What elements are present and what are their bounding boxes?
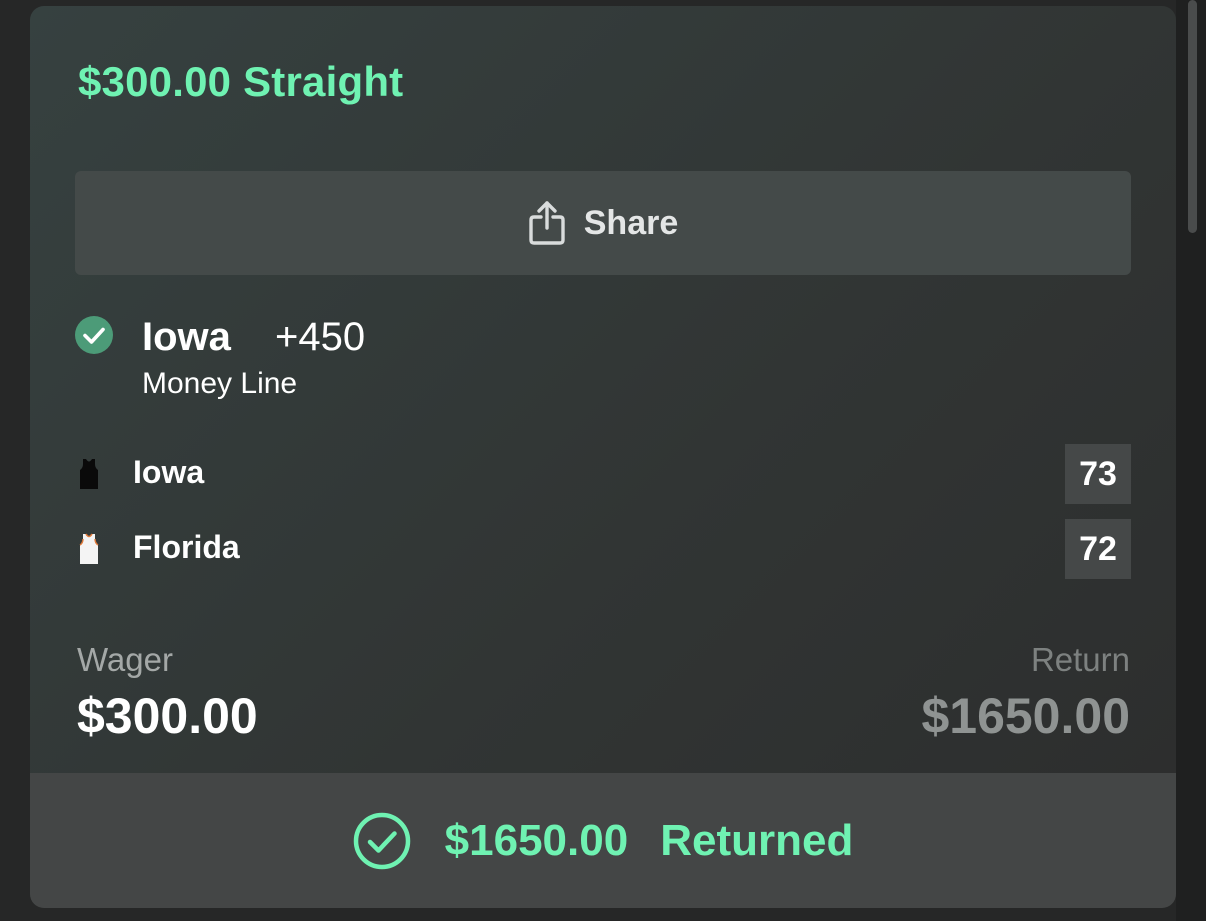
team-name: Florida — [133, 529, 240, 565]
selection-team: Iowa — [142, 315, 231, 359]
result-status: Returned — [660, 815, 854, 865]
selection-odds: +450 — [275, 315, 366, 359]
team-score: 72 — [1065, 519, 1131, 579]
scrollbar-thumb[interactable] — [1188, 0, 1197, 233]
result-amount: $1650.00 — [444, 815, 629, 865]
share-label: Share — [583, 203, 679, 242]
team-name: Iowa — [133, 454, 205, 490]
return-label: Return — [1030, 641, 1130, 678]
check-circle-icon — [353, 812, 410, 869]
return-value: $1650.00 — [921, 688, 1130, 744]
wager-value: $300.00 — [77, 688, 258, 744]
share-button[interactable]: Share — [75, 171, 1131, 275]
wager-label: Wager — [77, 641, 173, 678]
florida-jersey-icon — [79, 533, 99, 564]
selection-market: Money Line — [142, 367, 298, 400]
team-row-florida: Florida 72 — [74, 519, 1131, 579]
win-check-icon — [75, 316, 113, 354]
team-score: 73 — [1065, 444, 1131, 504]
share-icon — [529, 201, 565, 245]
iowa-jersey-icon — [80, 459, 98, 489]
team-row-iowa: Iowa 73 — [74, 444, 1131, 504]
result-banner: $1650.00 Returned — [30, 773, 1176, 908]
bet-title: $300.00 Straight — [78, 58, 404, 105]
bet-card: $300.00 Straight Share Iowa +450 Money L… — [30, 6, 1176, 908]
